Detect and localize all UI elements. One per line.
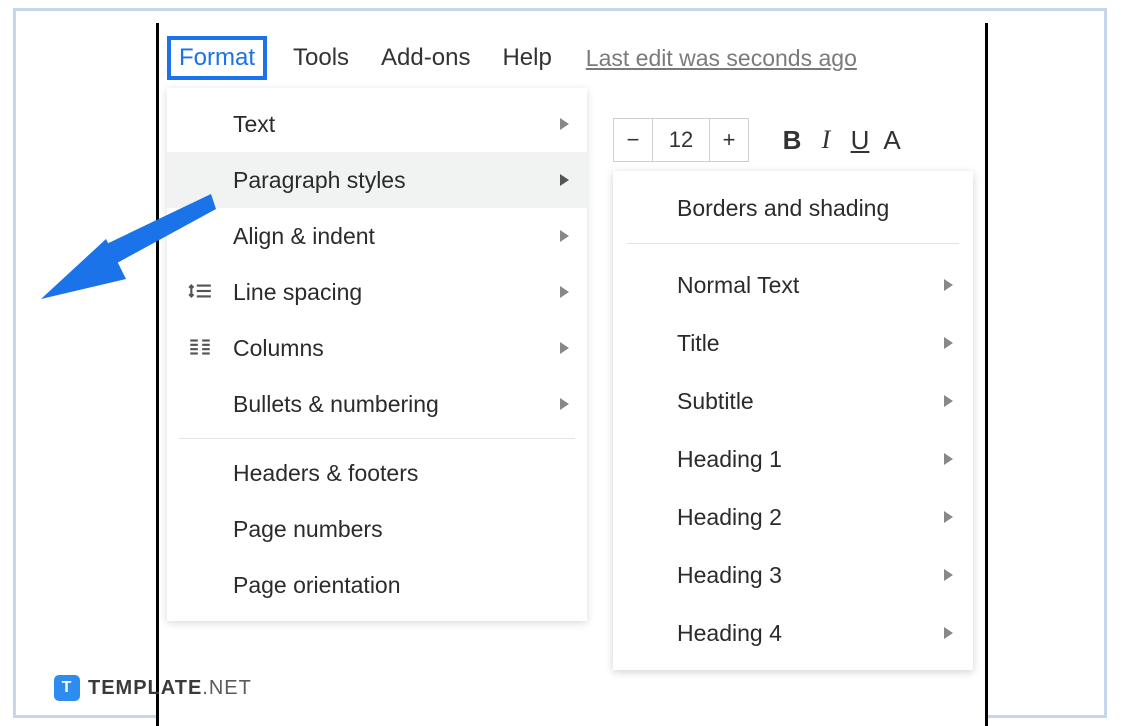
menu-item-label: Page numbers [233,516,383,543]
underline-button[interactable]: U [843,118,877,162]
menu-addons[interactable]: Add-ons [375,40,476,76]
menubar: Format Tools Add-ons Help Last edit was … [167,34,857,82]
toolbar: − 12 + B I U A [613,114,907,166]
menu-item-label: Bullets & numbering [233,391,439,418]
submenu-item-label: Title [677,330,720,357]
menu-item-paragraph-styles[interactable]: Paragraph styles [167,152,587,208]
submenu-title[interactable]: Title [613,314,973,372]
submenu-heading-4[interactable]: Heading 4 [613,604,973,662]
submenu-item-label: Normal Text [677,272,799,299]
menu-item-page-orientation[interactable]: Page orientation [167,557,587,613]
columns-icon [187,334,215,362]
menu-item-text[interactable]: Text [167,96,587,152]
italic-button[interactable]: I [809,118,843,162]
menu-item-headers-footers[interactable]: Headers & footers [167,445,587,501]
format-dropdown-menu: Text Paragraph styles Align & indent Lin… [167,88,587,621]
menu-help[interactable]: Help [496,40,557,76]
text-color-button[interactable]: A [877,118,907,162]
submenu-item-label: Subtitle [677,388,754,415]
menu-separator [179,438,575,439]
submenu-item-label: Heading 4 [677,620,782,647]
menu-item-page-numbers[interactable]: Page numbers [167,501,587,557]
fontsize-increase-button[interactable]: + [709,118,749,162]
app-area: Format Tools Add-ons Help Last edit was … [156,23,988,726]
menu-item-align-indent[interactable]: Align & indent [167,208,587,264]
submenu-separator [627,243,959,244]
submenu-item-label: Borders and shading [677,195,889,222]
menu-item-line-spacing[interactable]: Line spacing [167,264,587,320]
fontsize-decrease-button[interactable]: − [613,118,653,162]
submenu-subtitle[interactable]: Subtitle [613,372,973,430]
menu-item-columns[interactable]: Columns [167,320,587,376]
fontsize-input[interactable]: 12 [653,118,709,162]
menu-item-label: Align & indent [233,223,375,250]
menu-item-label: Line spacing [233,279,362,306]
submenu-normal-text[interactable]: Normal Text [613,256,973,314]
watermark-text: TEMPLATE.NET [88,677,252,700]
menu-item-label: Text [233,111,275,138]
line-spacing-icon [187,278,215,306]
menu-item-label: Paragraph styles [233,167,406,194]
outer-frame: Format Tools Add-ons Help Last edit was … [13,8,1107,718]
menu-tools[interactable]: Tools [287,40,355,76]
menu-item-label: Columns [233,335,324,362]
bold-button[interactable]: B [775,118,809,162]
watermark-logo-icon: T [54,675,80,701]
submenu-heading-1[interactable]: Heading 1 [613,430,973,488]
watermark: T TEMPLATE.NET [54,675,252,701]
submenu-heading-3[interactable]: Heading 3 [613,546,973,604]
paragraph-styles-submenu: Borders and shading Normal Text Title Su… [613,171,973,670]
menu-item-label: Page orientation [233,572,401,599]
last-edit-link[interactable]: Last edit was seconds ago [586,45,857,72]
submenu-item-label: Heading 3 [677,562,782,589]
menu-item-bullets-numbering[interactable]: Bullets & numbering [167,376,587,432]
submenu-item-label: Heading 2 [677,504,782,531]
menu-format[interactable]: Format [167,36,267,80]
submenu-item-label: Heading 1 [677,446,782,473]
submenu-heading-2[interactable]: Heading 2 [613,488,973,546]
submenu-borders-shading[interactable]: Borders and shading [613,179,973,237]
menu-item-label: Headers & footers [233,460,418,487]
